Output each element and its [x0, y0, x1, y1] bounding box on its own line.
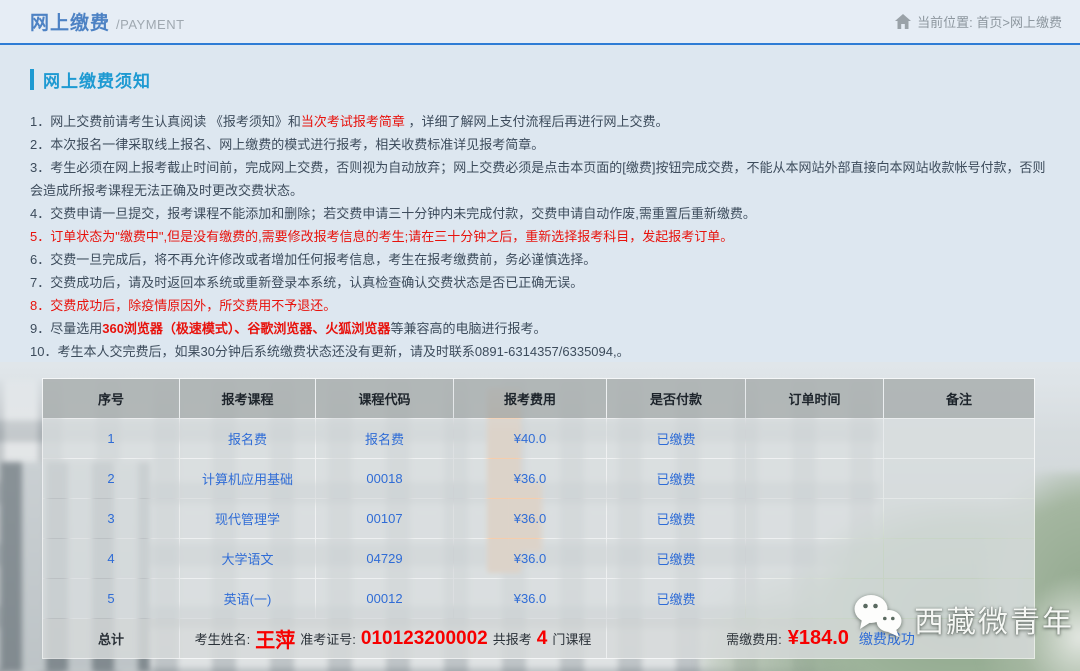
- notice-item: 9．尽量选用360浏览器（极速模式）、谷歌浏览器、火狐浏览器等兼容高的电脑进行报…: [30, 317, 1052, 340]
- cell-no: 3: [43, 499, 179, 538]
- cell-code: 00107: [316, 499, 453, 538]
- cell-fee: ¥36.0: [454, 499, 606, 538]
- cell-no: 1: [43, 419, 179, 458]
- notice-item: 3．考生必须在网上报考截止时间前，完成网上交费，否则视为自动放弃；网上交费必须是…: [30, 156, 1052, 202]
- cell-order-time: [746, 459, 883, 498]
- ticket-number-value: 010123200002: [361, 628, 488, 650]
- notice-segment: 6．交费一旦完成后，将不再允许修改或者增加任何报考信息，考生在报考缴费前，务必谨…: [30, 252, 596, 267]
- cell-order-time: [746, 539, 883, 578]
- course-count-value: 4: [537, 628, 548, 650]
- cell-paid: 已缴费: [607, 459, 745, 498]
- notice-segment: 8．交费成功后，除疫情原因外，所交费用不予退还。: [30, 298, 336, 313]
- notice-segment: 2．本次报名一律采取线上报名、网上缴费的模式进行报考，相关收费标准详见报考简章。: [30, 137, 544, 152]
- student-name-value: 王萍: [255, 624, 295, 653]
- column-header-course: 报考课程: [180, 379, 315, 418]
- fee-due-label: 需缴费用:: [726, 629, 782, 648]
- cell-order-time: [746, 499, 883, 538]
- column-header-fee: 报考费用: [454, 379, 606, 418]
- cell-remark: [884, 419, 1034, 458]
- watermark: 西藏微青年: [852, 593, 1074, 644]
- cell-no: 5: [43, 579, 179, 618]
- notice-segment: 4．交费申请一旦提交，报考课程不能添加和删除；若交费申请三十分钟内未完成付款，交…: [30, 206, 756, 221]
- cell-course: 计算机应用基础: [180, 459, 315, 498]
- course-count-suffix: 门课程: [552, 629, 591, 648]
- cell-fee: ¥36.0: [454, 579, 606, 618]
- course-count-prefix: 共报考: [493, 629, 532, 648]
- notice-segment: 9．尽量选用: [30, 321, 102, 336]
- home-icon: [895, 14, 911, 29]
- notice-item: 8．交费成功后，除疫情原因外，所交费用不予退还。: [30, 294, 1052, 317]
- cell-paid: 已缴费: [607, 579, 745, 618]
- cell-course: 大学语文: [180, 539, 315, 578]
- student-name-label: 考生姓名:: [195, 629, 251, 648]
- notice-segment: 当次考试报考简章: [301, 114, 405, 129]
- notice-segment: 10．考生本人交完费后，如果30分钟后系统缴费状态还没有更新，请及时联系0891…: [30, 344, 630, 359]
- payment-page: 网上缴费 /PAYMENT 当前位置: 首页>网上缴费 网上缴费须知 1．网上交…: [0, 0, 1080, 671]
- section-accent-bar: [30, 69, 34, 90]
- fee-due-value: ¥184.0: [788, 627, 849, 650]
- cell-remark: [884, 499, 1034, 538]
- page-title: 网上缴费 /PAYMENT: [30, 8, 185, 35]
- column-header-paid: 是否付款: [607, 379, 745, 418]
- wechat-icon: [852, 593, 906, 644]
- cell-paid: 已缴费: [607, 499, 745, 538]
- cell-order-time: [746, 419, 883, 458]
- cell-course: 英语(一): [180, 579, 315, 618]
- notice-item: 7．交费成功后，请及时返回本系统或重新登录本系统，认真检查确认交费状态是否已正确…: [30, 271, 1052, 294]
- page-title-en: /PAYMENT: [116, 17, 185, 32]
- table-footer-student-info: 考生姓名: 王萍 准考证号: 010123200002 共报考 4 门课程: [180, 619, 606, 658]
- section-heading: 网上缴费须知: [30, 67, 151, 91]
- cell-no: 4: [43, 539, 179, 578]
- notice-segment: ，详细了解网上支付流程后再进行网上交费。: [405, 114, 669, 129]
- notice-item: 1．网上交费前请考生认真阅读 《报考须知》和当次考试报考简章 ，详细了解网上支付…: [30, 110, 1052, 133]
- cell-code: 报名费: [316, 419, 453, 458]
- notice-item: 5．订单状态为"缴费中",但是没有缴费的,需要修改报考信息的考生;请在三十分钟之…: [30, 225, 1052, 248]
- cell-code: 00018: [316, 459, 453, 498]
- cell-code: 04729: [316, 539, 453, 578]
- cell-fee: ¥36.0: [454, 539, 606, 578]
- column-header-remark: 备注: [884, 379, 1034, 418]
- breadcrumb[interactable]: 当前位置: 首页>网上缴费: [895, 12, 1062, 31]
- cell-fee: ¥36.0: [454, 459, 606, 498]
- cell-no: 2: [43, 459, 179, 498]
- column-header-no: 序号: [43, 379, 179, 418]
- cell-course: 报名费: [180, 419, 315, 458]
- column-header-code: 课程代码: [316, 379, 453, 418]
- page-title-cn: 网上缴费: [30, 8, 110, 35]
- cell-paid: 已缴费: [607, 419, 745, 458]
- notice-item: 4．交费申请一旦提交，报考课程不能添加和删除；若交费申请三十分钟内未完成付款，交…: [30, 202, 1052, 225]
- cell-remark: [884, 459, 1034, 498]
- cell-remark: [884, 539, 1034, 578]
- notice-segment: 7．交费成功后，请及时返回本系统或重新登录本系统，认真检查确认交费状态是否已正确…: [30, 275, 583, 290]
- notice-segment: 360浏览器（极速模式）、谷歌浏览器、火狐浏览器: [102, 321, 390, 336]
- payment-notice-list: 1．网上交费前请考生认真阅读 《报考须知》和当次考试报考简章 ，详细了解网上支付…: [30, 110, 1052, 363]
- notice-segment: 1．网上交费前请考生认真阅读 《报考须知》和: [30, 114, 301, 129]
- ticket-number-label: 准考证号:: [300, 629, 356, 648]
- header-divider: [0, 43, 1080, 45]
- cell-paid: 已缴费: [607, 539, 745, 578]
- watermark-text: 西藏微青年: [914, 597, 1074, 641]
- notice-item: 2．本次报名一律采取线上报名、网上缴费的模式进行报考，相关收费标准详见报考简章。: [30, 133, 1052, 156]
- notice-segment: 5．订单状态为"缴费中",但是没有缴费的,需要修改报考信息的考生;请在三十分钟之…: [30, 229, 733, 244]
- section-title: 网上缴费须知: [43, 67, 151, 92]
- notice-item: 10．考生本人交完费后，如果30分钟后系统缴费状态还没有更新，请及时联系0891…: [30, 340, 1052, 363]
- cell-course: 现代管理学: [180, 499, 315, 538]
- notice-item: 6．交费一旦完成后，将不再允许修改或者增加任何报考信息，考生在报考缴费前，务必谨…: [30, 248, 1052, 271]
- table-footer-total-label: 总计: [43, 619, 179, 658]
- page-header: 网上缴费 /PAYMENT 当前位置: 首页>网上缴费: [0, 0, 1080, 43]
- notice-segment: 3．考生必须在网上报考截止时间前，完成网上交费，否则视为自动放弃；网上交费必须是…: [30, 160, 1045, 198]
- breadcrumb-text: 当前位置: 首页>网上缴费: [917, 12, 1062, 31]
- cell-code: 00012: [316, 579, 453, 618]
- column-header-order-time: 订单时间: [746, 379, 883, 418]
- cell-fee: ¥40.0: [454, 419, 606, 458]
- notice-segment: 等兼容高的电脑进行报考。: [390, 321, 546, 336]
